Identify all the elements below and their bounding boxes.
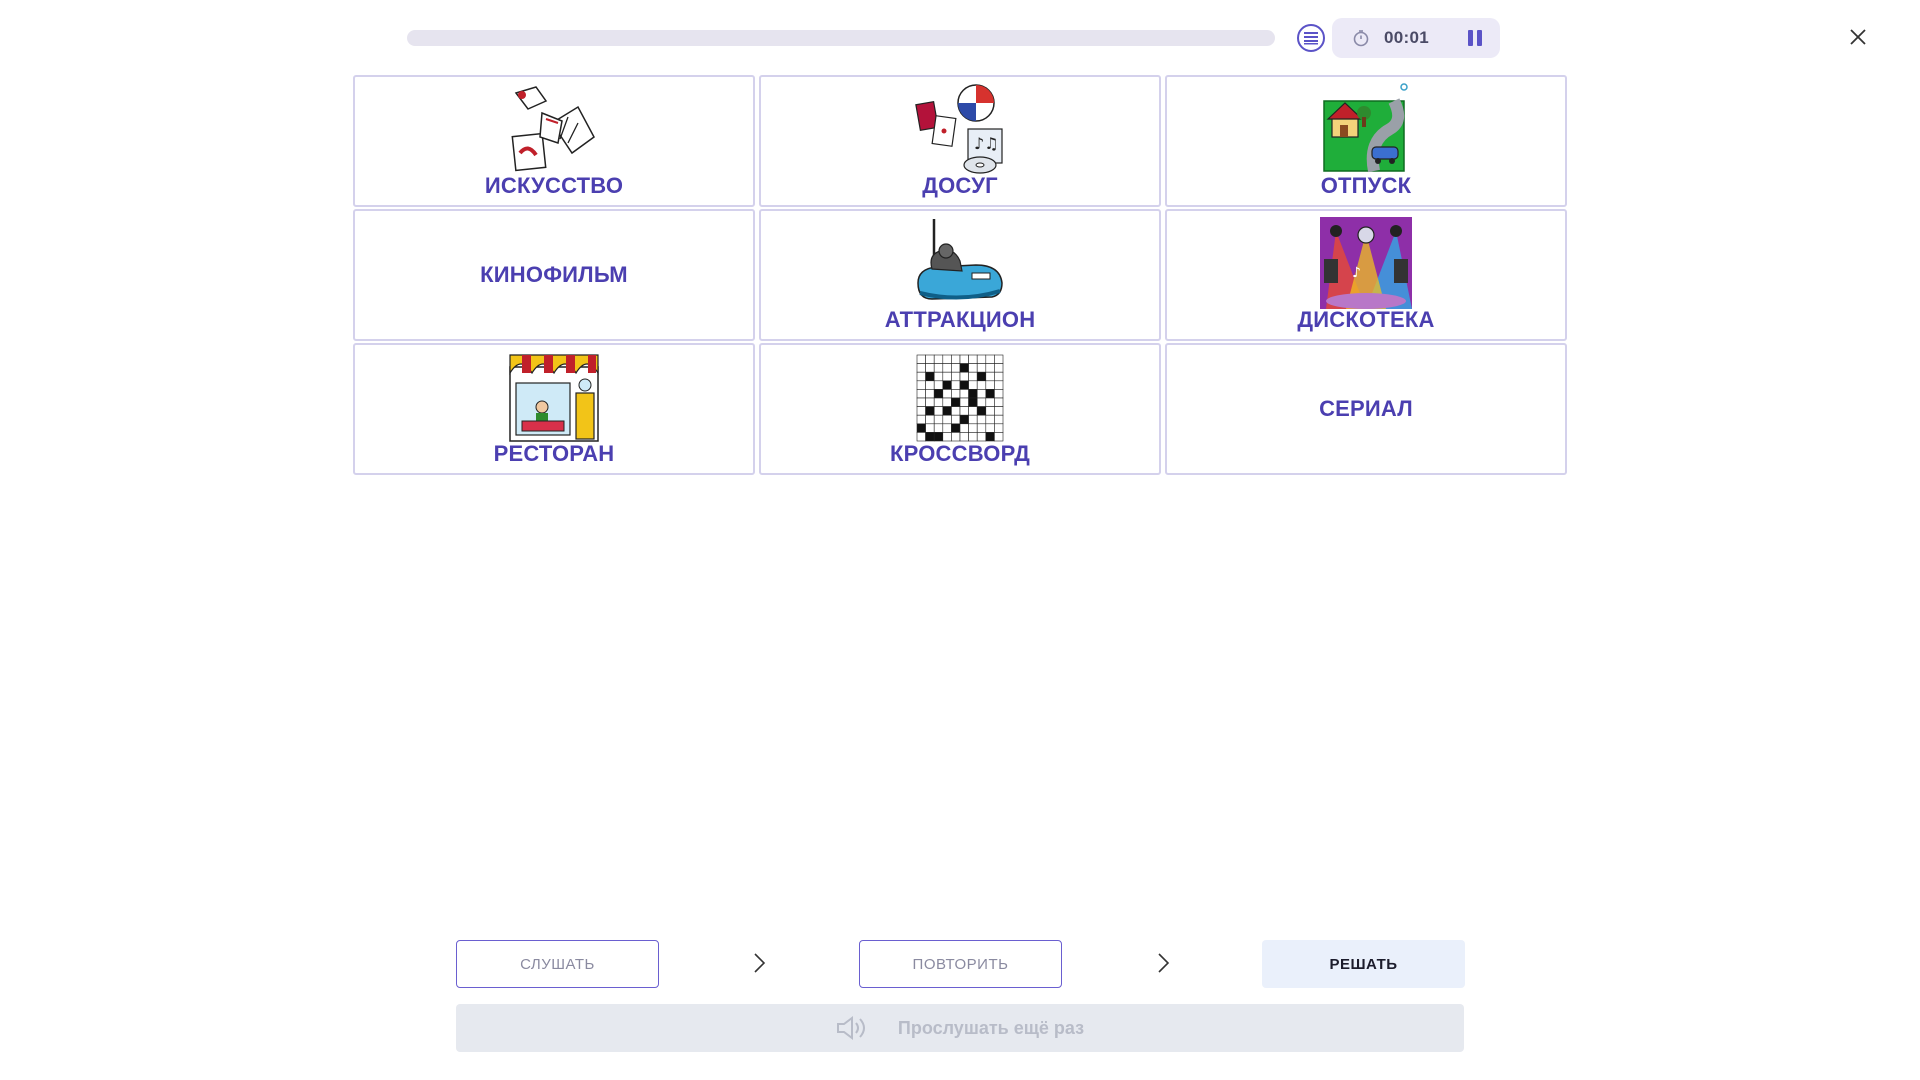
replay-button[interactable]: Прослушать ещё раз bbox=[456, 1004, 1464, 1052]
bumper-car-icon bbox=[917, 219, 1003, 300]
listen-button[interactable]: СЛУШАТЬ bbox=[456, 940, 659, 988]
svg-text:♪♫: ♪♫ bbox=[974, 134, 999, 153]
art-hands-icon bbox=[511, 86, 595, 172]
repeat-button[interactable]: ПОВТОРИТЬ bbox=[859, 940, 1062, 988]
card-art[interactable]: ИСКУССТВО bbox=[353, 75, 755, 207]
card-label: КИНОФИЛЬМ bbox=[480, 262, 628, 287]
restaurant-icon bbox=[509, 354, 599, 442]
card-label: АТТРАКЦИОН bbox=[884, 307, 1036, 332]
card-crossword[interactable]: КРОССВОРД bbox=[759, 343, 1161, 475]
disco-icon: ♪ bbox=[1320, 217, 1412, 309]
list-button[interactable] bbox=[1297, 24, 1325, 52]
card-vacation[interactable]: ОТПУСК bbox=[1165, 75, 1567, 207]
card-restaurant[interactable]: РЕСТОРАН bbox=[353, 343, 755, 475]
card-label: ИСКУССТВО bbox=[484, 173, 624, 198]
speaker-icon bbox=[836, 1016, 865, 1040]
progress-bar bbox=[407, 30, 1275, 46]
crossword-icon bbox=[916, 354, 1004, 442]
card-disco[interactable]: ♪ ДИСКОТЕКА bbox=[1165, 209, 1567, 341]
chevron-right-icon bbox=[1158, 953, 1170, 973]
exercise-screen: 00:01 ИСКУССТВО ♪♫ ДОСУГ ОТПУСК КИНОФИЛЬ… bbox=[0, 0, 1920, 1080]
replay-label: Прослушать ещё раз bbox=[897, 1017, 1085, 1038]
answer-grid: ИСКУССТВО ♪♫ ДОСУГ ОТПУСК КИНОФИЛЬМ АТТР… bbox=[353, 75, 1567, 475]
solve-button[interactable]: РЕШАТЬ bbox=[1262, 940, 1465, 988]
leisure-icon: ♪♫ bbox=[915, 84, 1003, 174]
pause-button[interactable] bbox=[1464, 26, 1486, 50]
card-label: СЕРИАЛ bbox=[1319, 396, 1413, 421]
card-label: ДОСУГ bbox=[922, 173, 998, 198]
list-icon bbox=[1304, 32, 1318, 45]
timer-value: 00:01 bbox=[1384, 28, 1429, 47]
vacation-icon bbox=[1323, 83, 1408, 173]
card-label: ДИСКОТЕКА bbox=[1297, 307, 1435, 332]
card-label: ОТПУСК bbox=[1320, 173, 1412, 198]
chevron-right-icon bbox=[754, 953, 766, 973]
card-label: РЕСТОРАН bbox=[493, 441, 615, 466]
card-series[interactable]: СЕРИАЛ bbox=[1165, 343, 1567, 475]
timer: 00:01 bbox=[1332, 18, 1500, 58]
card-movie[interactable]: КИНОФИЛЬМ bbox=[353, 209, 755, 341]
svg-text:♪: ♪ bbox=[1352, 265, 1361, 281]
stopwatch-icon bbox=[1353, 30, 1369, 47]
card-leisure[interactable]: ♪♫ ДОСУГ bbox=[759, 75, 1161, 207]
pause-icon bbox=[1468, 30, 1473, 46]
card-attraction[interactable]: АТТРАКЦИОН bbox=[759, 209, 1161, 341]
card-label: КРОССВОРД bbox=[890, 441, 1030, 466]
close-icon[interactable] bbox=[1845, 24, 1871, 50]
